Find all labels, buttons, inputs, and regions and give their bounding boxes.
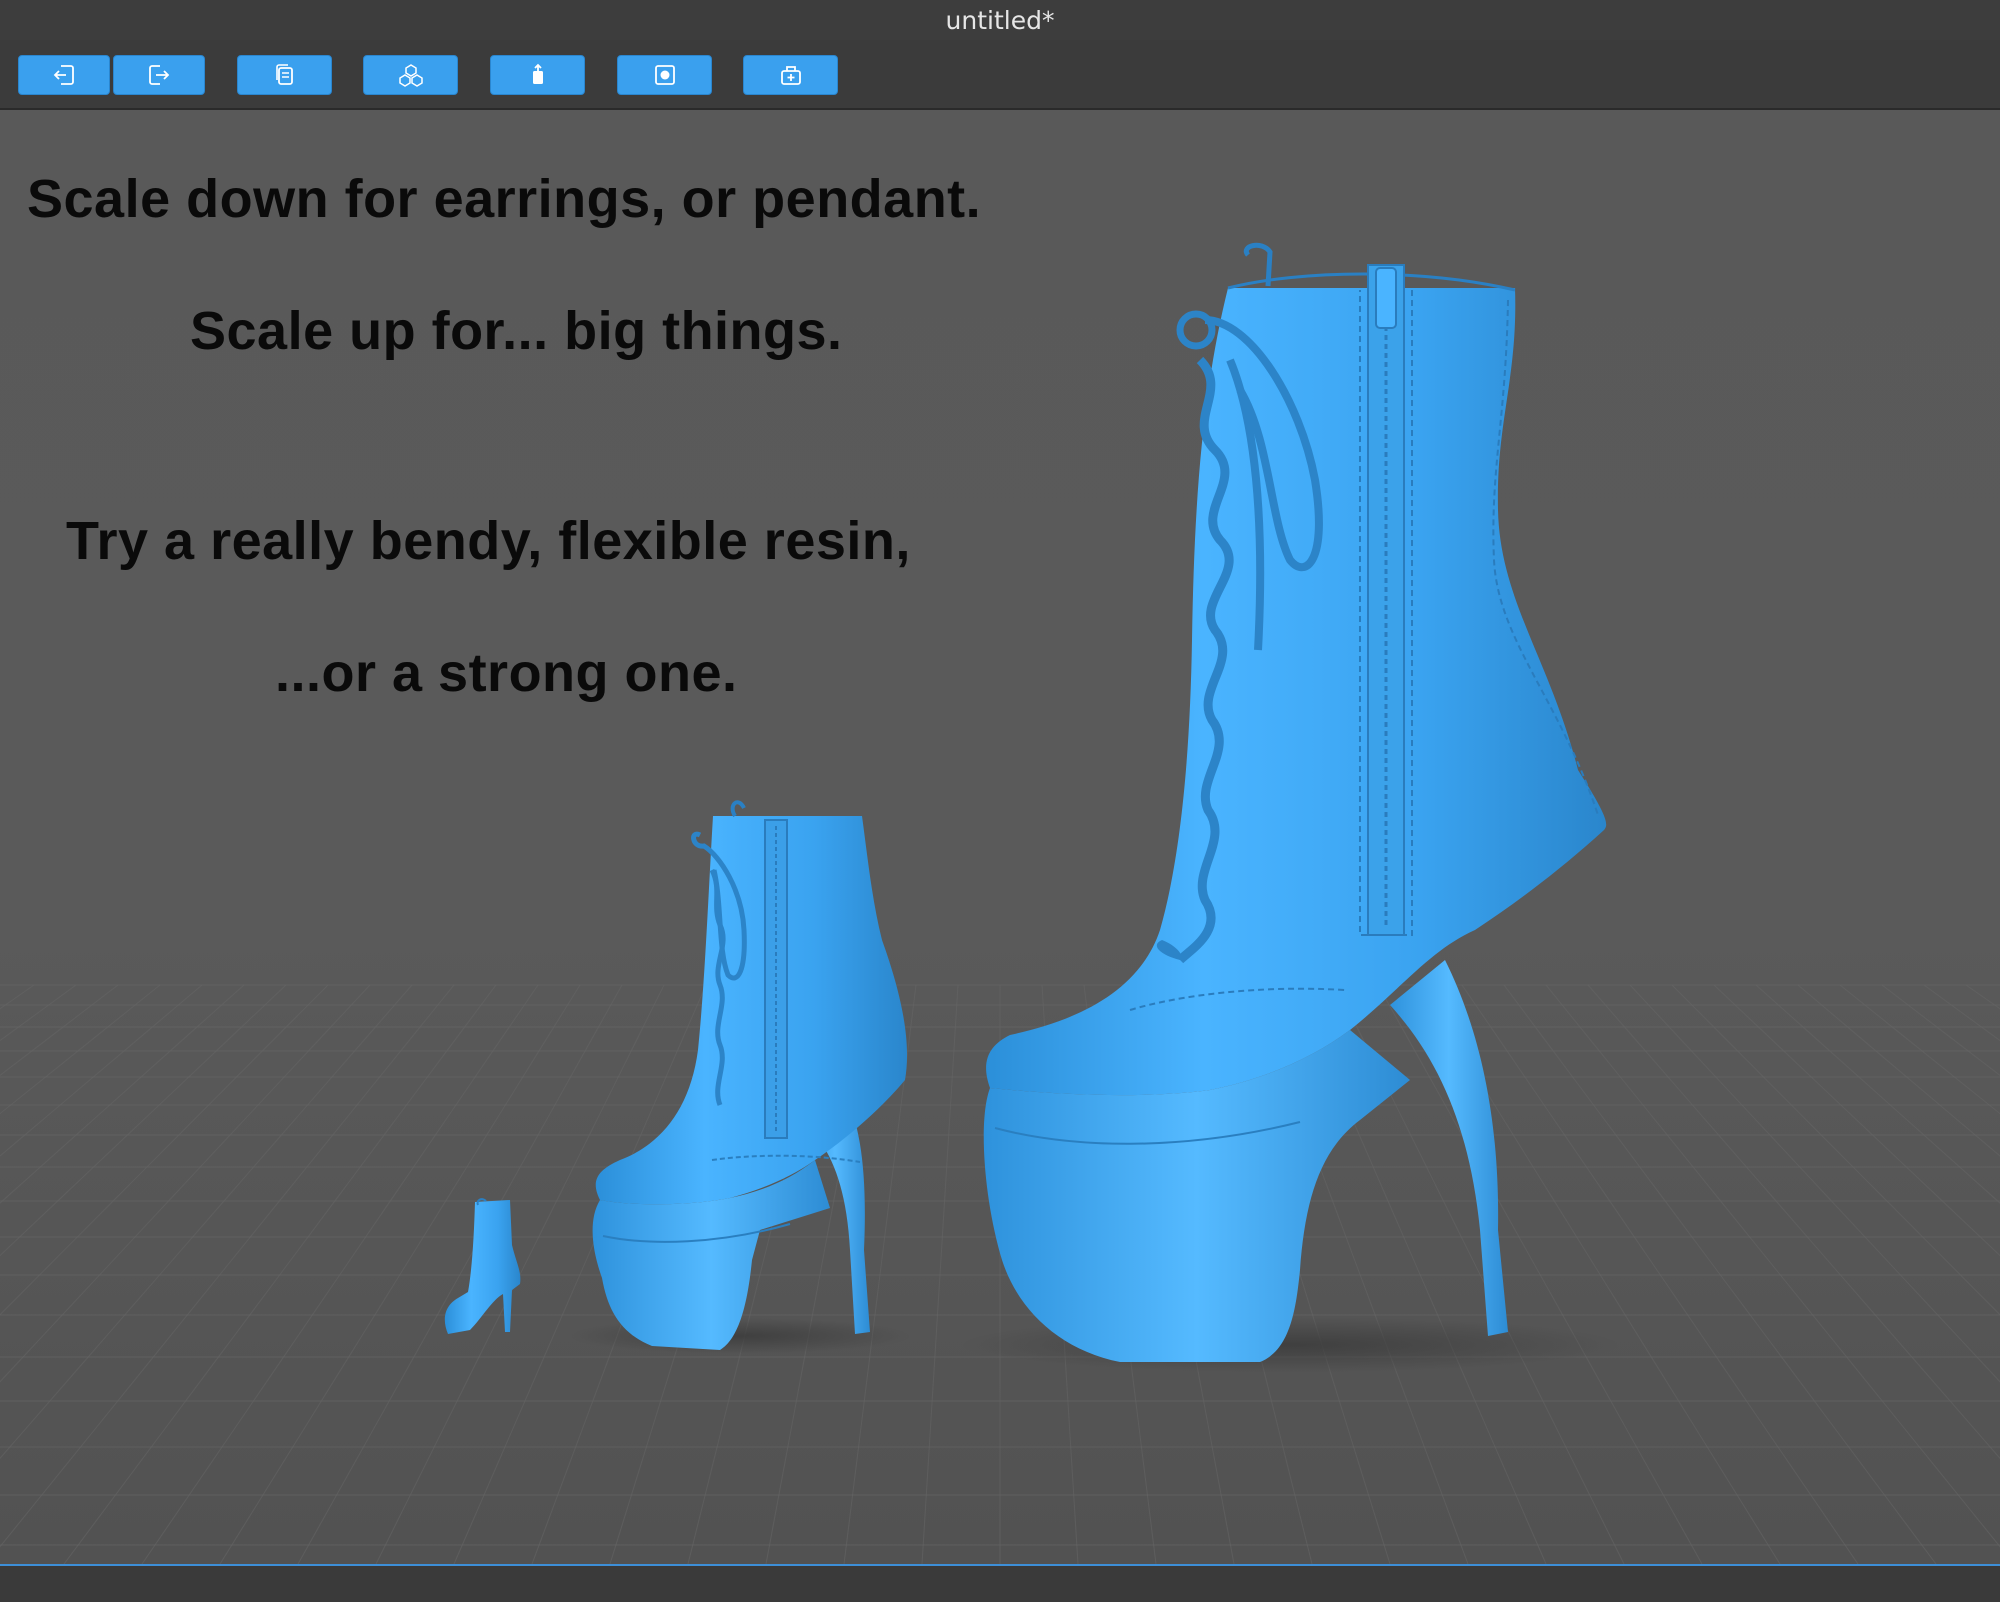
- status-bar: [0, 1564, 2000, 1602]
- boot-model-small[interactable]: [444, 1198, 521, 1334]
- caption-flexible-resin: Try a really bendy, flexible resin,: [66, 511, 911, 571]
- toolbar: [0, 40, 2000, 110]
- import-button[interactable]: [18, 55, 110, 95]
- window-title: untitled*: [945, 5, 1055, 35]
- supports-button[interactable]: [490, 55, 585, 95]
- caption-strong-resin: ...or a strong one.: [275, 643, 738, 703]
- objects-icon: [398, 64, 423, 87]
- caption-scale-down: Scale down for earrings, or pendant.: [27, 169, 982, 229]
- copy-icon: [275, 64, 293, 85]
- export-button[interactable]: [113, 55, 205, 95]
- objects-button[interactable]: [363, 55, 458, 95]
- supports-icon: [532, 63, 543, 84]
- slice-button[interactable]: [617, 55, 712, 95]
- 3d-viewport[interactable]: Scale down for earrings, or pendant. Sca…: [0, 110, 2000, 1564]
- copy-button[interactable]: [237, 55, 332, 95]
- export-icon: [149, 65, 170, 85]
- print-button[interactable]: [743, 55, 838, 95]
- title-bar: untitled*: [0, 0, 2000, 40]
- boot-model-large[interactable]: [983, 242, 1607, 1362]
- slice-icon: [654, 65, 675, 85]
- import-icon: [53, 65, 74, 85]
- print-icon: [780, 66, 801, 85]
- boot-model-medium[interactable]: [592, 800, 908, 1350]
- caption-scale-up: Scale up for... big things.: [190, 301, 843, 361]
